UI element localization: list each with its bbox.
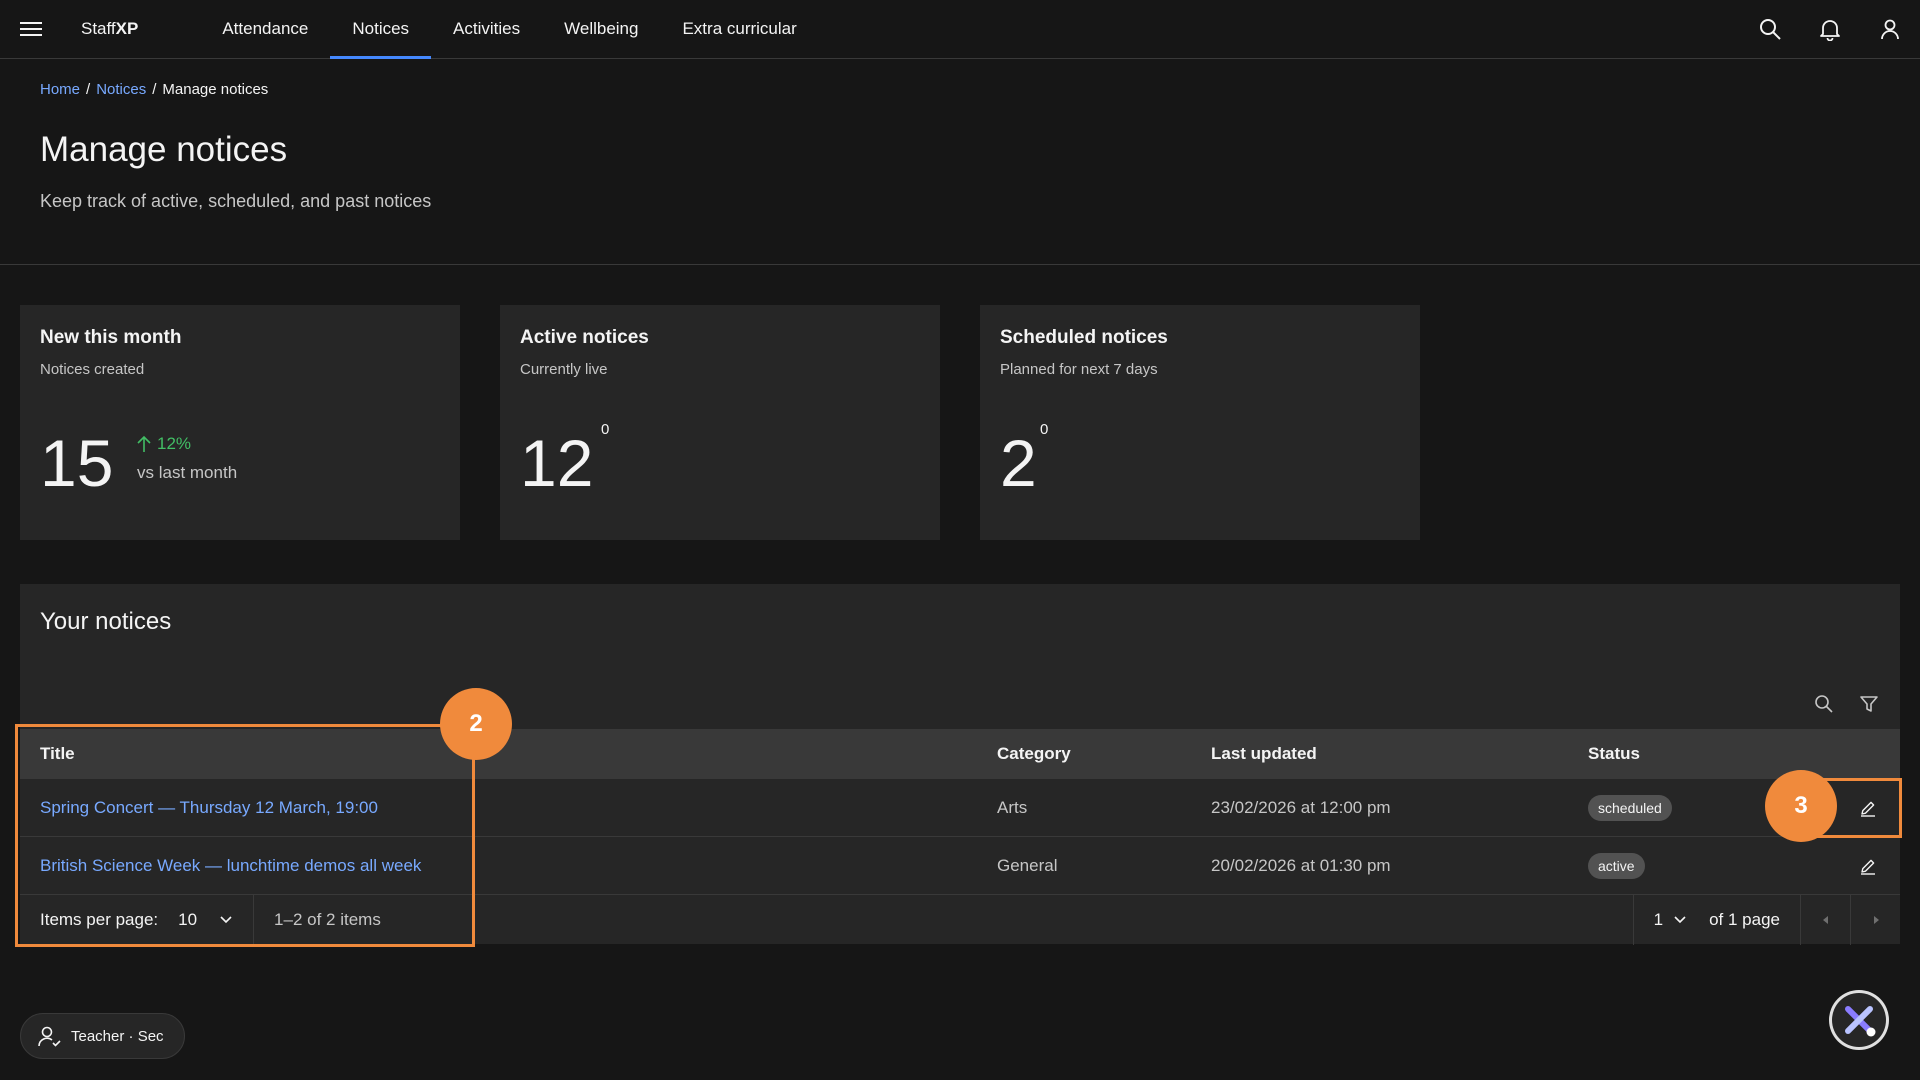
stat-card-new-this-month: New this month Notices created 15 12% vs… bbox=[20, 305, 460, 540]
trend-note: vs last month bbox=[137, 463, 238, 482]
trend-indicator: 12% bbox=[137, 434, 191, 454]
nav-extra-curricular[interactable]: Extra curricular bbox=[660, 0, 818, 58]
table-search-button[interactable] bbox=[1802, 682, 1846, 726]
status-badge: scheduled bbox=[1588, 795, 1672, 821]
stat-card-subtitle: Notices created bbox=[40, 361, 145, 378]
stat-card-active-notices: Active notices Currently live 12 0 bbox=[500, 305, 940, 540]
top-header: StaffXP Attendance Notices Activities We… bbox=[0, 0, 1920, 59]
search-icon bbox=[1815, 695, 1833, 713]
search-button[interactable] bbox=[1740, 0, 1800, 58]
notice-last-updated: 23/02/2026 at 12:00 pm bbox=[1211, 798, 1391, 817]
nav-wellbeing[interactable]: Wellbeing bbox=[542, 0, 660, 58]
notifications-button[interactable] bbox=[1800, 0, 1860, 58]
brand-suffix: XP bbox=[115, 19, 139, 38]
assistant-logo-icon bbox=[1845, 1006, 1876, 1037]
stat-card-value: 12 bbox=[520, 426, 594, 500]
table-filter-button[interactable] bbox=[1847, 682, 1891, 726]
nav-notices[interactable]: Notices bbox=[330, 0, 431, 59]
breadcrumb-separator: / bbox=[86, 81, 91, 98]
stat-card-value: 15 bbox=[40, 426, 114, 500]
notice-category: Arts bbox=[997, 798, 1028, 817]
page-number: 1 bbox=[1653, 909, 1664, 929]
stat-card-subtitle: Currently live bbox=[520, 361, 608, 378]
search-icon bbox=[1760, 19, 1781, 40]
brand-prefix: Staff bbox=[81, 19, 116, 38]
profile-button[interactable] bbox=[1860, 0, 1920, 58]
page-controls: 1 of 1 page bbox=[1632, 894, 1900, 945]
user-check-icon bbox=[38, 1026, 61, 1047]
stat-card-title: Scheduled notices bbox=[1000, 327, 1168, 348]
annotation-badge: 3 bbox=[1765, 770, 1837, 842]
page-subtitle: Keep track of active, scheduled, and pas… bbox=[40, 191, 432, 211]
page-total: of 1 page bbox=[1709, 909, 1780, 929]
next-page-button[interactable] bbox=[1850, 894, 1900, 945]
notice-category: General bbox=[997, 856, 1058, 875]
trend-value: 12% bbox=[157, 434, 192, 453]
status-cell: scheduled bbox=[1588, 779, 1672, 837]
role-switcher[interactable]: Teacher · Sec bbox=[20, 1013, 185, 1059]
role-label: Teacher · Sec bbox=[71, 1027, 164, 1045]
page-title: Manage notices bbox=[40, 130, 288, 169]
stat-card-scheduled-notices: Scheduled notices Planned for next 7 day… bbox=[980, 305, 1420, 540]
chevron-down-icon bbox=[1674, 915, 1686, 923]
bell-icon bbox=[1820, 20, 1840, 41]
column-category[interactable]: Category bbox=[997, 729, 1071, 779]
status-cell: active bbox=[1588, 837, 1645, 895]
header-actions bbox=[1740, 0, 1920, 58]
filter-icon bbox=[1860, 696, 1878, 712]
previous-page-button[interactable] bbox=[1800, 894, 1850, 945]
breadcrumb-current: Manage notices bbox=[162, 81, 269, 98]
pencil-icon bbox=[1861, 859, 1875, 875]
status-badge: active bbox=[1588, 853, 1645, 879]
column-status[interactable]: Status bbox=[1588, 729, 1640, 779]
breadcrumb: Home / Notices / Manage notices bbox=[40, 81, 268, 98]
caret-left-icon bbox=[1822, 915, 1828, 924]
annotation-highlight-box bbox=[15, 724, 475, 947]
stat-card-superscript: 0 bbox=[1040, 421, 1049, 438]
stat-card-title: New this month bbox=[40, 327, 182, 348]
user-icon bbox=[1881, 19, 1899, 40]
edit-notice-button[interactable] bbox=[1846, 844, 1890, 888]
breadcrumb-separator: / bbox=[152, 81, 157, 98]
annotation-badge: 2 bbox=[440, 688, 512, 760]
breadcrumb-notices[interactable]: Notices bbox=[96, 81, 146, 98]
column-last-updated[interactable]: Last updated bbox=[1211, 729, 1317, 779]
caret-right-icon bbox=[1873, 915, 1879, 924]
arrow-up-icon bbox=[137, 435, 151, 452]
page-select[interactable]: 1 bbox=[1632, 894, 1705, 945]
stat-card-superscript: 0 bbox=[601, 421, 610, 438]
stat-card-subtitle: Planned for next 7 days bbox=[1000, 361, 1158, 378]
assistant-button[interactable] bbox=[1829, 990, 1889, 1050]
stat-card-title: Active notices bbox=[520, 327, 649, 348]
nav-attendance[interactable]: Attendance bbox=[200, 0, 330, 58]
stat-card-value: 2 bbox=[1000, 426, 1037, 500]
notices-title: Your notices bbox=[40, 608, 172, 635]
breadcrumb-home[interactable]: Home bbox=[40, 81, 80, 98]
menu-button[interactable] bbox=[0, 0, 61, 58]
menu-icon bbox=[19, 22, 42, 36]
notice-last-updated: 20/02/2026 at 01:30 pm bbox=[1211, 856, 1391, 875]
section-divider bbox=[0, 264, 1920, 265]
assistant-inner bbox=[1832, 993, 1886, 1047]
brand-logo[interactable]: StaffXP bbox=[81, 19, 138, 39]
nav-activities[interactable]: Activities bbox=[431, 0, 542, 58]
main-nav: Attendance Notices Activities Wellbeing … bbox=[200, 0, 818, 59]
